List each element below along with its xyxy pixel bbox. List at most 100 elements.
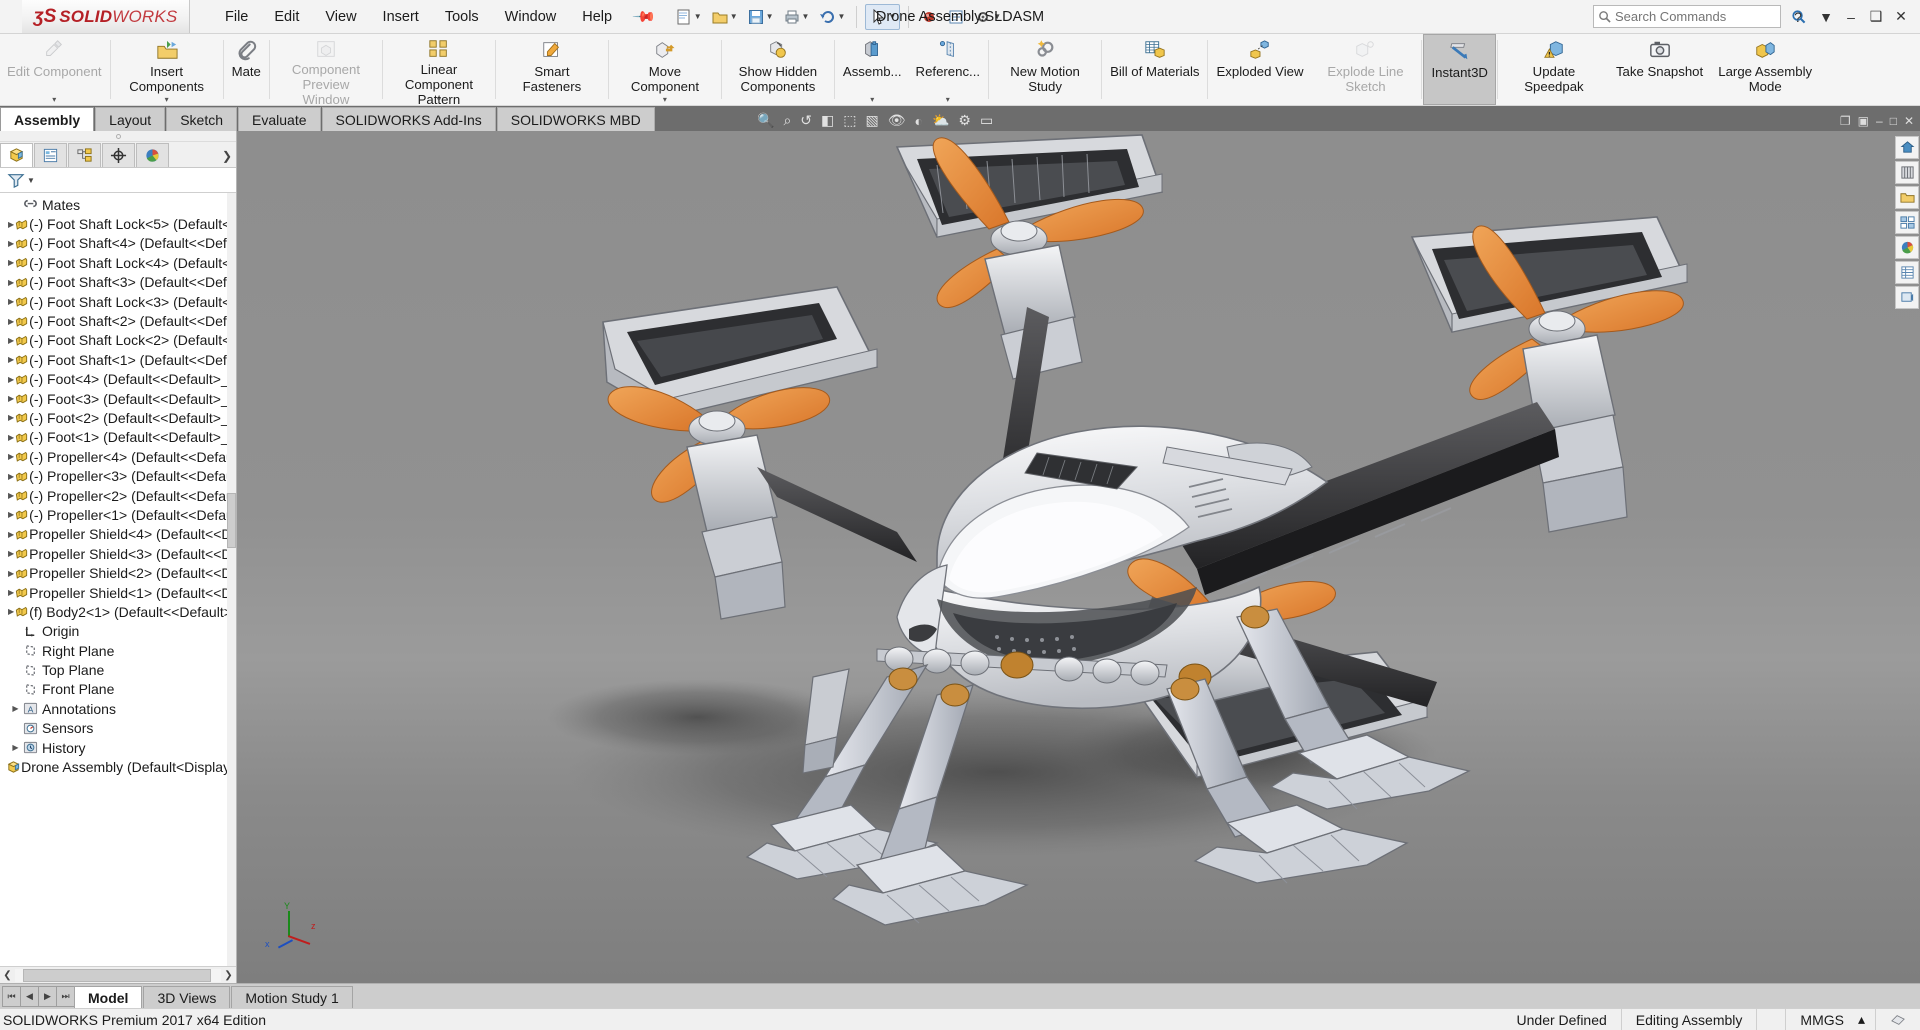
nav-last-button[interactable]: ⏭ (56, 986, 75, 1007)
configuration-manager-tab[interactable] (68, 143, 101, 167)
menu-tools[interactable]: Tools (432, 6, 492, 28)
tree-item[interactable]: ▶AAnnotations (0, 699, 236, 718)
edit-appearance-icon[interactable]: ◐ (915, 113, 923, 129)
help-dropdown-icon[interactable]: ▼ (1815, 9, 1837, 25)
design-library-icon[interactable] (1895, 161, 1919, 184)
reference-geometry-dropdown-icon[interactable]: ▾ (946, 95, 950, 104)
tree-item[interactable]: ▶Propeller Shield<1> (Default<<Defa (0, 583, 236, 602)
view-orientation-icon[interactable]: ⬚ (843, 112, 856, 129)
tree-item[interactable]: ▶Origin (0, 622, 236, 641)
tree-expand-arrow-icon[interactable]: ▶ (8, 743, 23, 752)
zoom-to-fit-icon[interactable]: 🔍 (757, 112, 774, 129)
tree-item[interactable]: ▶(-) Foot Shaft<4> (Default<<Default (0, 234, 236, 253)
smart-fasteners-button[interactable]: Smart Fasteners (497, 34, 607, 105)
tree-item[interactable]: ▶(-) Foot Shaft Lock<2> (Default<<D (0, 331, 236, 350)
tree-item[interactable]: ▶(-) Foot Shaft Lock<5> (Default<<D (0, 214, 236, 233)
doc-maximize-icon[interactable]: □ (1890, 114, 1897, 128)
undo-icon[interactable]: ▼ (815, 4, 848, 30)
minimize-button[interactable]: – (1840, 9, 1862, 25)
tree-item[interactable]: ▶(-) Foot Shaft<1> (Default<<Default (0, 350, 236, 369)
feature-manager-tab[interactable] (0, 143, 33, 167)
tree-item[interactable]: ▶Front Plane (0, 680, 236, 699)
linear-component-pattern-button[interactable]: Linear Component Pattern▾ (384, 34, 494, 105)
show-hidden-components-button[interactable]: Show Hidden Components (723, 34, 833, 105)
tree-item[interactable]: ▶(-) Propeller<3> (Default<<Default> (0, 466, 236, 485)
tree-item[interactable]: ▶Propeller Shield<2> (Default<<Defa (0, 563, 236, 582)
tree-item[interactable]: ▶(-) Propeller<2> (Default<<Default> (0, 486, 236, 505)
tab-solidworks-mbd[interactable]: SOLIDWORKS MBD (497, 107, 655, 131)
appearances-icon[interactable] (1895, 236, 1919, 259)
pin-icon[interactable]: 📌 (631, 4, 657, 30)
tree-item[interactable]: ▶(-) Propeller<1> (Default<<Default> (0, 505, 236, 524)
insert-components-button[interactable]: Insert Components▾ (112, 34, 222, 105)
tree-item[interactable]: ▶(-) Foot Shaft<2> (Default<<Default (0, 311, 236, 330)
tree-item[interactable]: ▶(-) Foot<3> (Default<<Default>_Dis (0, 389, 236, 408)
instant3d-button[interactable]: Instant3D (1423, 34, 1495, 105)
file-explorer-icon[interactable] (1895, 186, 1919, 209)
menu-edit[interactable]: Edit (261, 6, 312, 28)
maximize-button[interactable]: ❑ (1865, 8, 1887, 25)
nav-prev-button[interactable]: ◀ (20, 986, 39, 1007)
doc-close-icon[interactable]: ✕ (1904, 114, 1914, 128)
filter-dropdown-icon[interactable]: ▼ (27, 176, 35, 185)
hscroll-thumb[interactable] (23, 969, 211, 982)
view-palette-icon[interactable] (1895, 211, 1919, 234)
tree-scroll-thumb[interactable] (227, 493, 236, 548)
close-button[interactable]: ✕ (1890, 8, 1912, 25)
status-units[interactable]: MMGS (1785, 1009, 1858, 1030)
scroll-right-icon[interactable]: ❯ (221, 970, 236, 981)
tree-item[interactable]: ▶(f) Body2<1> (Default<<Default>_D (0, 602, 236, 621)
tree-panel-expand-icon[interactable]: ❯ (222, 149, 232, 163)
tree-item[interactable]: ▶Mates (0, 195, 236, 214)
previous-view-icon[interactable]: ↺ (800, 112, 812, 129)
tab-motion-study-1[interactable]: Motion Study 1 (231, 986, 352, 1008)
restore-window-icon[interactable]: ❐ (1840, 114, 1851, 128)
tab-solidworks-add-ins[interactable]: SOLIDWORKS Add-Ins (322, 107, 496, 131)
menu-insert[interactable]: Insert (370, 6, 432, 28)
rebuild-icon[interactable] (917, 4, 941, 30)
property-manager-tab[interactable] (34, 143, 67, 167)
panel-grip[interactable] (0, 131, 236, 142)
new-document-icon[interactable]: ▼ (672, 4, 705, 30)
tile-window-icon[interactable]: ▣ (1858, 114, 1869, 128)
zoom-to-area-icon[interactable]: ⌕ (783, 112, 791, 129)
display-style-icon[interactable]: ▧ (865, 112, 878, 129)
tree-item[interactable]: ▶(-) Foot Shaft<3> (Default<<Default (0, 273, 236, 292)
dimxpert-manager-tab[interactable] (102, 143, 135, 167)
hide-show-items-icon[interactable]: 👁 (888, 112, 906, 129)
scroll-left-icon[interactable]: ❮ (0, 970, 15, 981)
filter-icon[interactable] (7, 172, 25, 188)
tab-3d-views[interactable]: 3D Views (143, 986, 230, 1008)
linear-component-pattern-dropdown-icon[interactable]: ▾ (437, 95, 441, 104)
tab-evaluate[interactable]: Evaluate (238, 107, 320, 131)
status-units-caret[interactable]: ▴ (1858, 1009, 1875, 1030)
tab-model[interactable]: Model (74, 986, 142, 1008)
print-icon[interactable]: ▼ (780, 4, 813, 30)
solidworks-resources-icon[interactable] (1895, 286, 1919, 309)
tree-item[interactable]: ▶Propeller Shield<4> (Default<<Defa (0, 525, 236, 544)
search-input[interactable] (1615, 9, 1791, 24)
help-button[interactable]: ? (1787, 9, 1809, 25)
tree-item[interactable]: ▶Sensors (0, 719, 236, 738)
tree-item[interactable]: ▶History (0, 738, 236, 757)
home-icon[interactable] (1895, 136, 1919, 159)
move-component-button[interactable]: Move Component▾ (610, 34, 720, 105)
tree-item[interactable]: ▶(-) Foot<2> (Default<<Default>_Dis (0, 408, 236, 427)
options-gear-icon[interactable]: ▼ (971, 4, 1004, 30)
tree-vertical-scrollbar[interactable] (227, 193, 236, 966)
tree-item[interactable]: ▶Top Plane (0, 660, 236, 679)
nav-first-button[interactable]: ⏮ (2, 986, 21, 1007)
insert-components-dropdown-icon[interactable]: ▾ (165, 95, 169, 104)
tree-item[interactable]: ▶(-) Foot Shaft Lock<4> (Default<<D (0, 253, 236, 272)
new-motion-study-button[interactable]: New Motion Study (990, 34, 1100, 105)
tree-item[interactable]: ▶(-) Foot<1> (Default<<Default>_Dis (0, 428, 236, 447)
doc-minimize-icon[interactable]: – (1876, 114, 1883, 128)
tab-layout[interactable]: Layout (95, 107, 165, 131)
custom-properties-icon[interactable] (1895, 261, 1919, 284)
tree-filter-bar[interactable]: ▼ (0, 168, 236, 193)
graphics-viewport[interactable]: Y z x (237, 131, 1920, 983)
tab-assembly[interactable]: Assembly (0, 107, 94, 131)
large-assembly-mode-button[interactable]: Large Assembly Mode (1710, 34, 1820, 105)
apply-scene-icon[interactable]: ⛅ (932, 112, 949, 129)
tree-item[interactable]: ▶(-) Propeller<4> (Default<<Default> (0, 447, 236, 466)
